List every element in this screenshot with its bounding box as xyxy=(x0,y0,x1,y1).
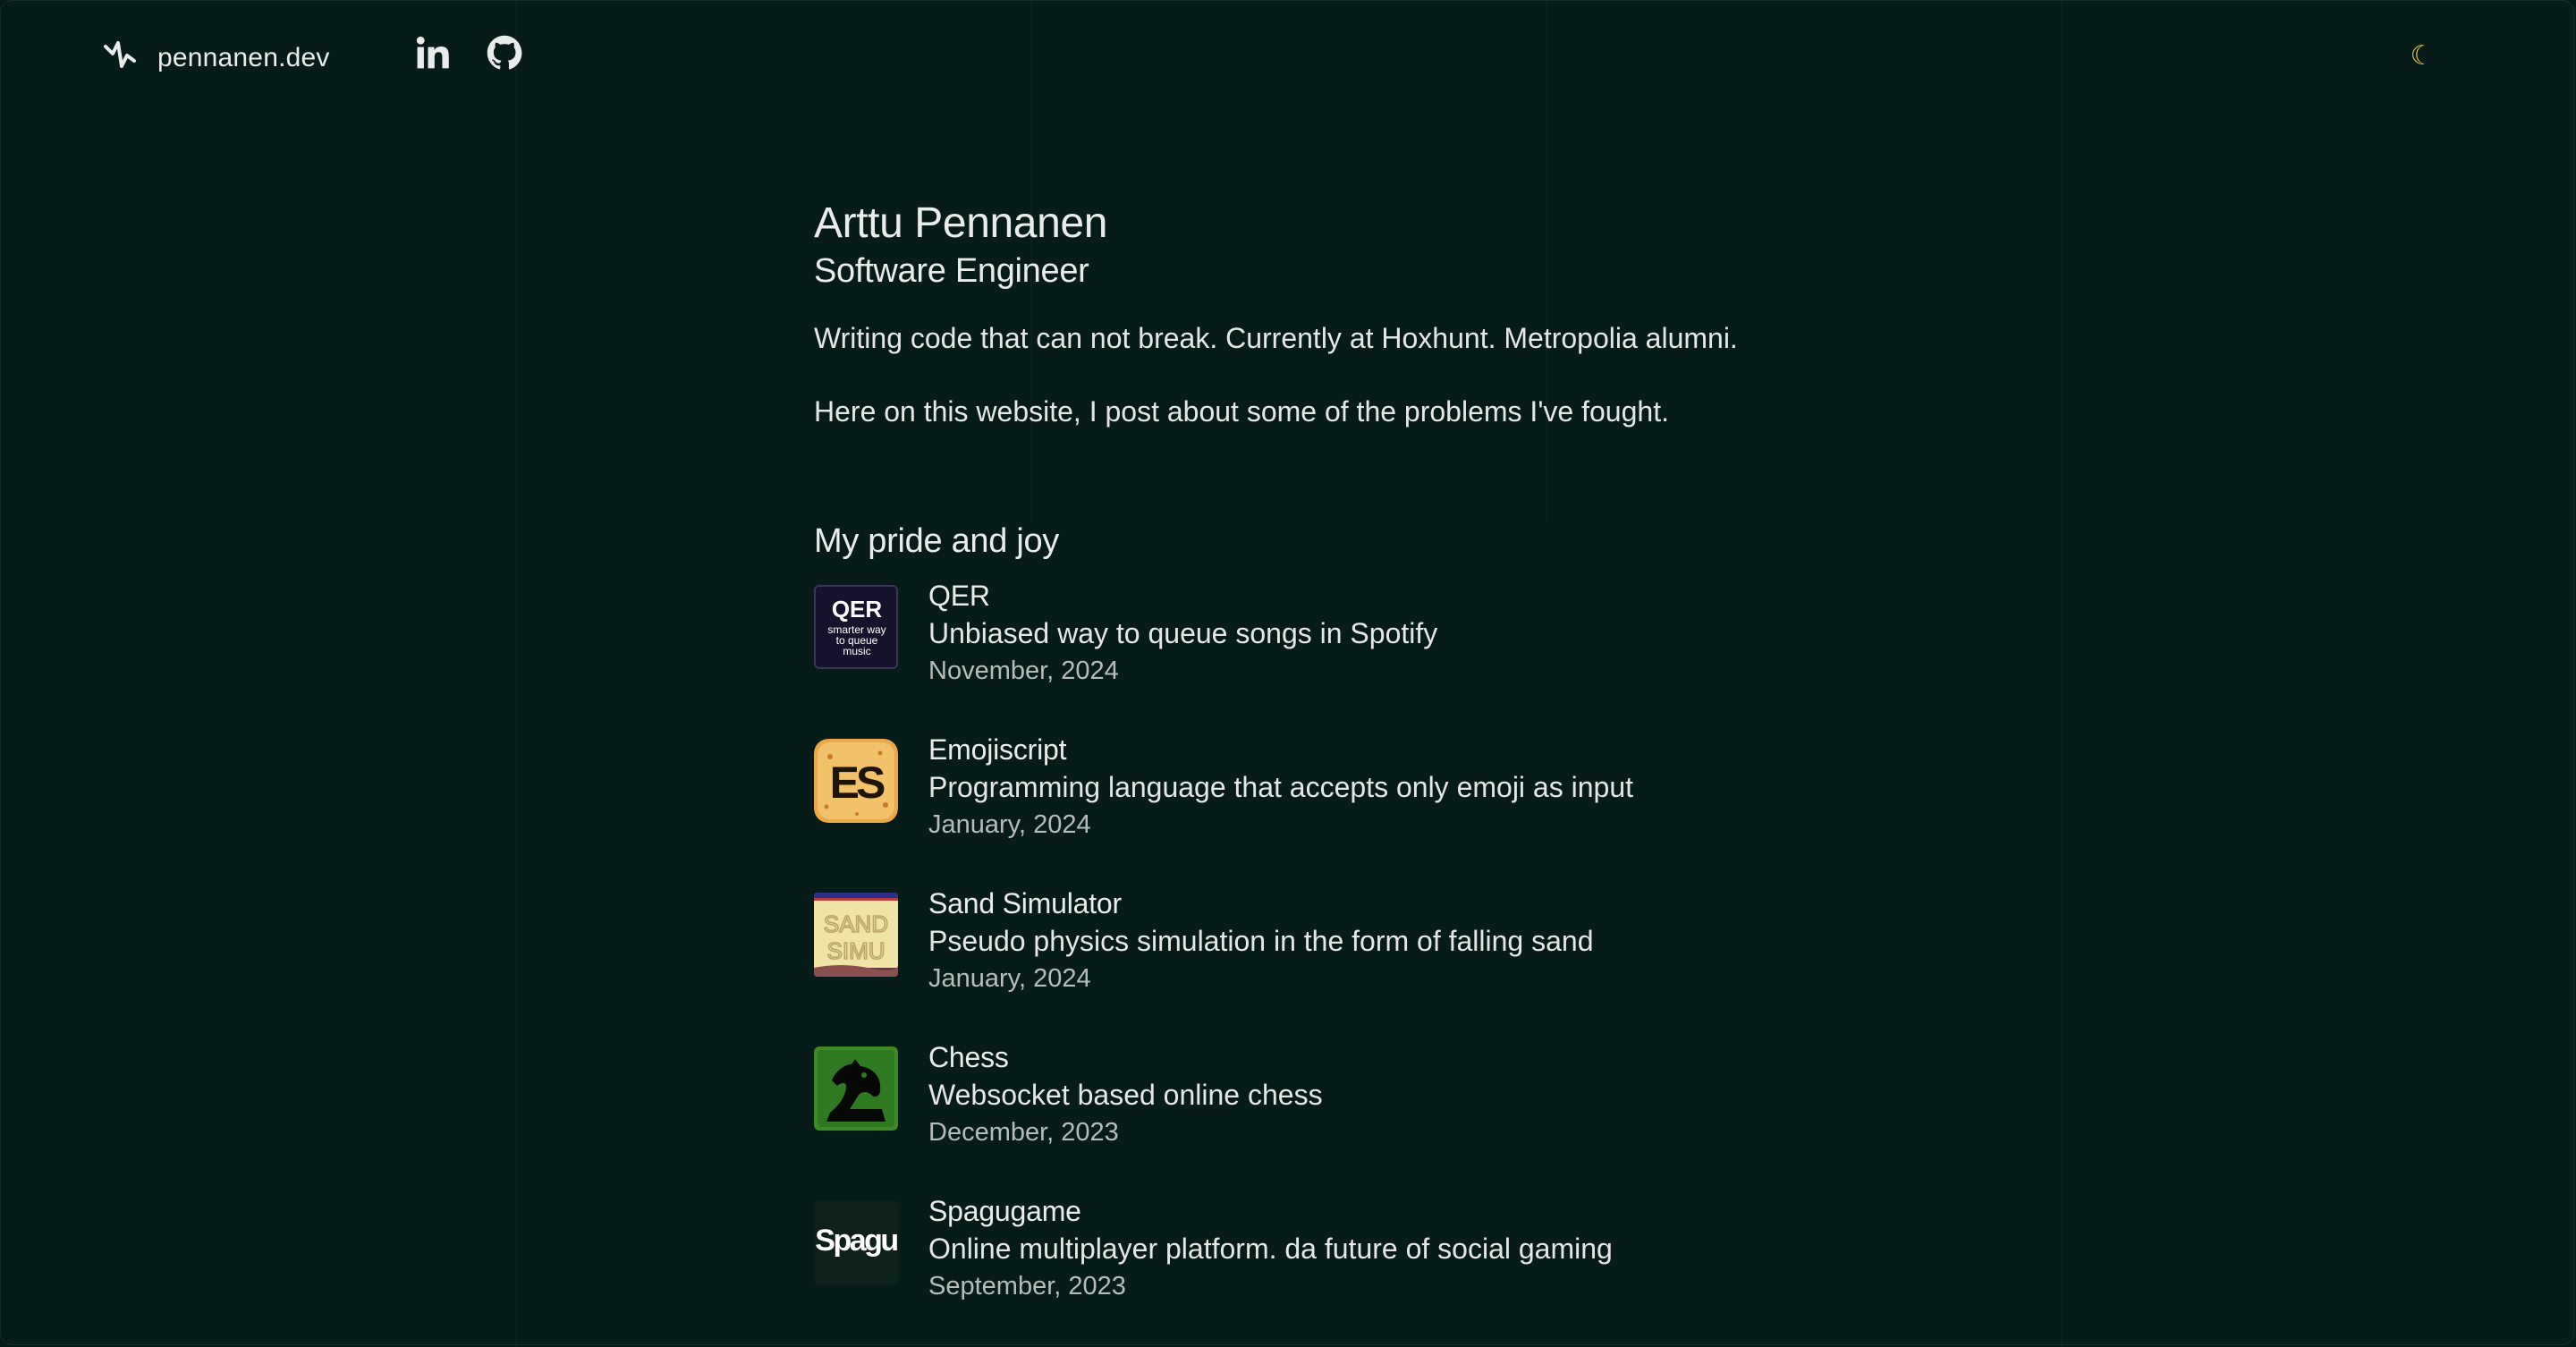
moon-icon: ☾ xyxy=(2410,39,2435,72)
sand-simulator-thumbnail: SAND SIMU xyxy=(814,893,898,977)
project-title: Emojiscript xyxy=(928,733,1067,766)
bolt-icon xyxy=(100,34,140,81)
project-title: QER xyxy=(928,580,990,612)
project-item-emojiscript[interactable]: ES Emojiscript Programming language that… xyxy=(814,732,1798,885)
projects-section-title: My pride and joy xyxy=(814,522,1060,560)
emojiscript-thumbnail: ES xyxy=(814,739,898,823)
project-item-sand-simulator[interactable]: SAND SIMU Sand Simulator Pseudo physics … xyxy=(814,885,1798,1039)
project-description: Online multiplayer platform. da future o… xyxy=(928,1233,1613,1265)
grid-line xyxy=(515,0,517,1347)
project-date: November, 2024 xyxy=(928,657,1119,685)
qer-thumb-line: music xyxy=(843,645,870,657)
github-link[interactable] xyxy=(483,32,526,77)
project-description: Unbiased way to queue songs in Spotify xyxy=(928,617,1438,649)
project-title: Sand Simulator xyxy=(928,887,1122,919)
project-item-qer[interactable]: QER smarter way to queue music QER Unbia… xyxy=(814,578,1798,732)
sand-thumb-text: SAND xyxy=(824,911,888,937)
theme-toggle-button[interactable]: ☾ xyxy=(2402,36,2442,75)
linkedin-link[interactable] xyxy=(411,32,454,77)
profile-bio-secondary: Here on this website, I post about some … xyxy=(814,395,1669,428)
sand-thumb-text: SIMU xyxy=(827,937,886,964)
project-date: September, 2023 xyxy=(928,1272,1126,1300)
project-title: Spagugame xyxy=(928,1195,1081,1227)
project-date: January, 2024 xyxy=(928,810,1091,839)
profile-role: Software Engineer xyxy=(814,252,1089,290)
project-description: Programming language that accepts only e… xyxy=(928,771,1633,803)
grid-line xyxy=(2061,0,2063,1347)
home-link[interactable]: pennanen.dev xyxy=(100,34,330,81)
project-description: Pseudo physics simulation in the form of… xyxy=(928,925,1594,957)
profile-name: Arttu Pennanen xyxy=(814,199,1107,247)
qer-thumb-title: QER xyxy=(832,596,883,623)
project-title: Chess xyxy=(928,1041,1009,1073)
project-date: December, 2023 xyxy=(928,1118,1119,1147)
chess-thumbnail xyxy=(814,1046,898,1131)
emojiscript-thumb-text: ES xyxy=(830,758,885,808)
github-icon xyxy=(485,33,524,77)
linkedin-icon xyxy=(413,33,453,77)
qer-thumbnail: QER smarter way to queue music xyxy=(814,585,898,669)
project-date: January, 2024 xyxy=(928,964,1091,993)
main-content: Arttu Pennanen Software Engineer Writing… xyxy=(814,197,1798,1347)
site-header: pennanen.dev ☾ xyxy=(0,0,2576,113)
profile-bio: Writing code that can not break. Current… xyxy=(814,322,1738,354)
site-name: pennanen.dev xyxy=(157,42,330,72)
spagugame-thumbnail: Spagu xyxy=(814,1200,898,1284)
project-item-spagugame[interactable]: Spagu Spagugame Online multiplayer platf… xyxy=(814,1193,1798,1347)
project-item-chess[interactable]: Chess Websocket based online chess Decem… xyxy=(814,1039,1798,1193)
spagugame-thumb-text: Spagu xyxy=(815,1224,897,1258)
project-description: Websocket based online chess xyxy=(928,1079,1323,1111)
project-list: QER smarter way to queue music QER Unbia… xyxy=(814,578,1798,1347)
